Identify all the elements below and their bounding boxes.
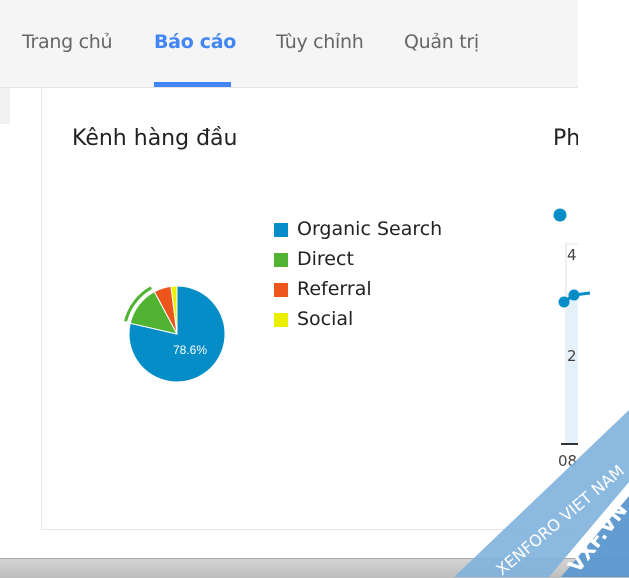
horizontal-scrollbar[interactable] bbox=[0, 558, 629, 578]
top-navigation-bar: Trang chủ Báo cáo Tùy chỉnh Quản trị bbox=[0, 0, 578, 88]
legend-swatch bbox=[274, 253, 288, 267]
legend-label: Direct bbox=[297, 248, 354, 270]
legend-label: Organic Search bbox=[297, 218, 443, 240]
right-card-title: Ph bbox=[553, 126, 578, 151]
top-channels-title: Kênh hàng đầu bbox=[72, 126, 238, 151]
legend-label: Referral bbox=[297, 278, 372, 300]
tab-admin[interactable]: Quản trị bbox=[404, 31, 479, 53]
tab-customization[interactable]: Tùy chỉnh bbox=[276, 31, 364, 53]
line-area-fill bbox=[567, 293, 578, 445]
legend-label: Social bbox=[297, 308, 354, 330]
y-tick-label: 2 bbox=[567, 347, 577, 365]
series-legend-dot bbox=[553, 208, 567, 222]
legend-swatch bbox=[274, 283, 288, 297]
tab-reports[interactable]: Báo cáo bbox=[154, 31, 236, 53]
active-tab-indicator bbox=[154, 82, 231, 87]
pie-data-label: 78.6% bbox=[173, 343, 207, 357]
top-channels-pie-chart[interactable]: 78.6% bbox=[110, 270, 240, 400]
x-tick-label: 08 bbox=[558, 452, 578, 470]
tab-home[interactable]: Trang chủ bbox=[22, 31, 113, 53]
legend-swatch bbox=[274, 313, 288, 327]
legend-swatch bbox=[274, 223, 288, 237]
y-tick-label: 4 bbox=[567, 246, 577, 264]
